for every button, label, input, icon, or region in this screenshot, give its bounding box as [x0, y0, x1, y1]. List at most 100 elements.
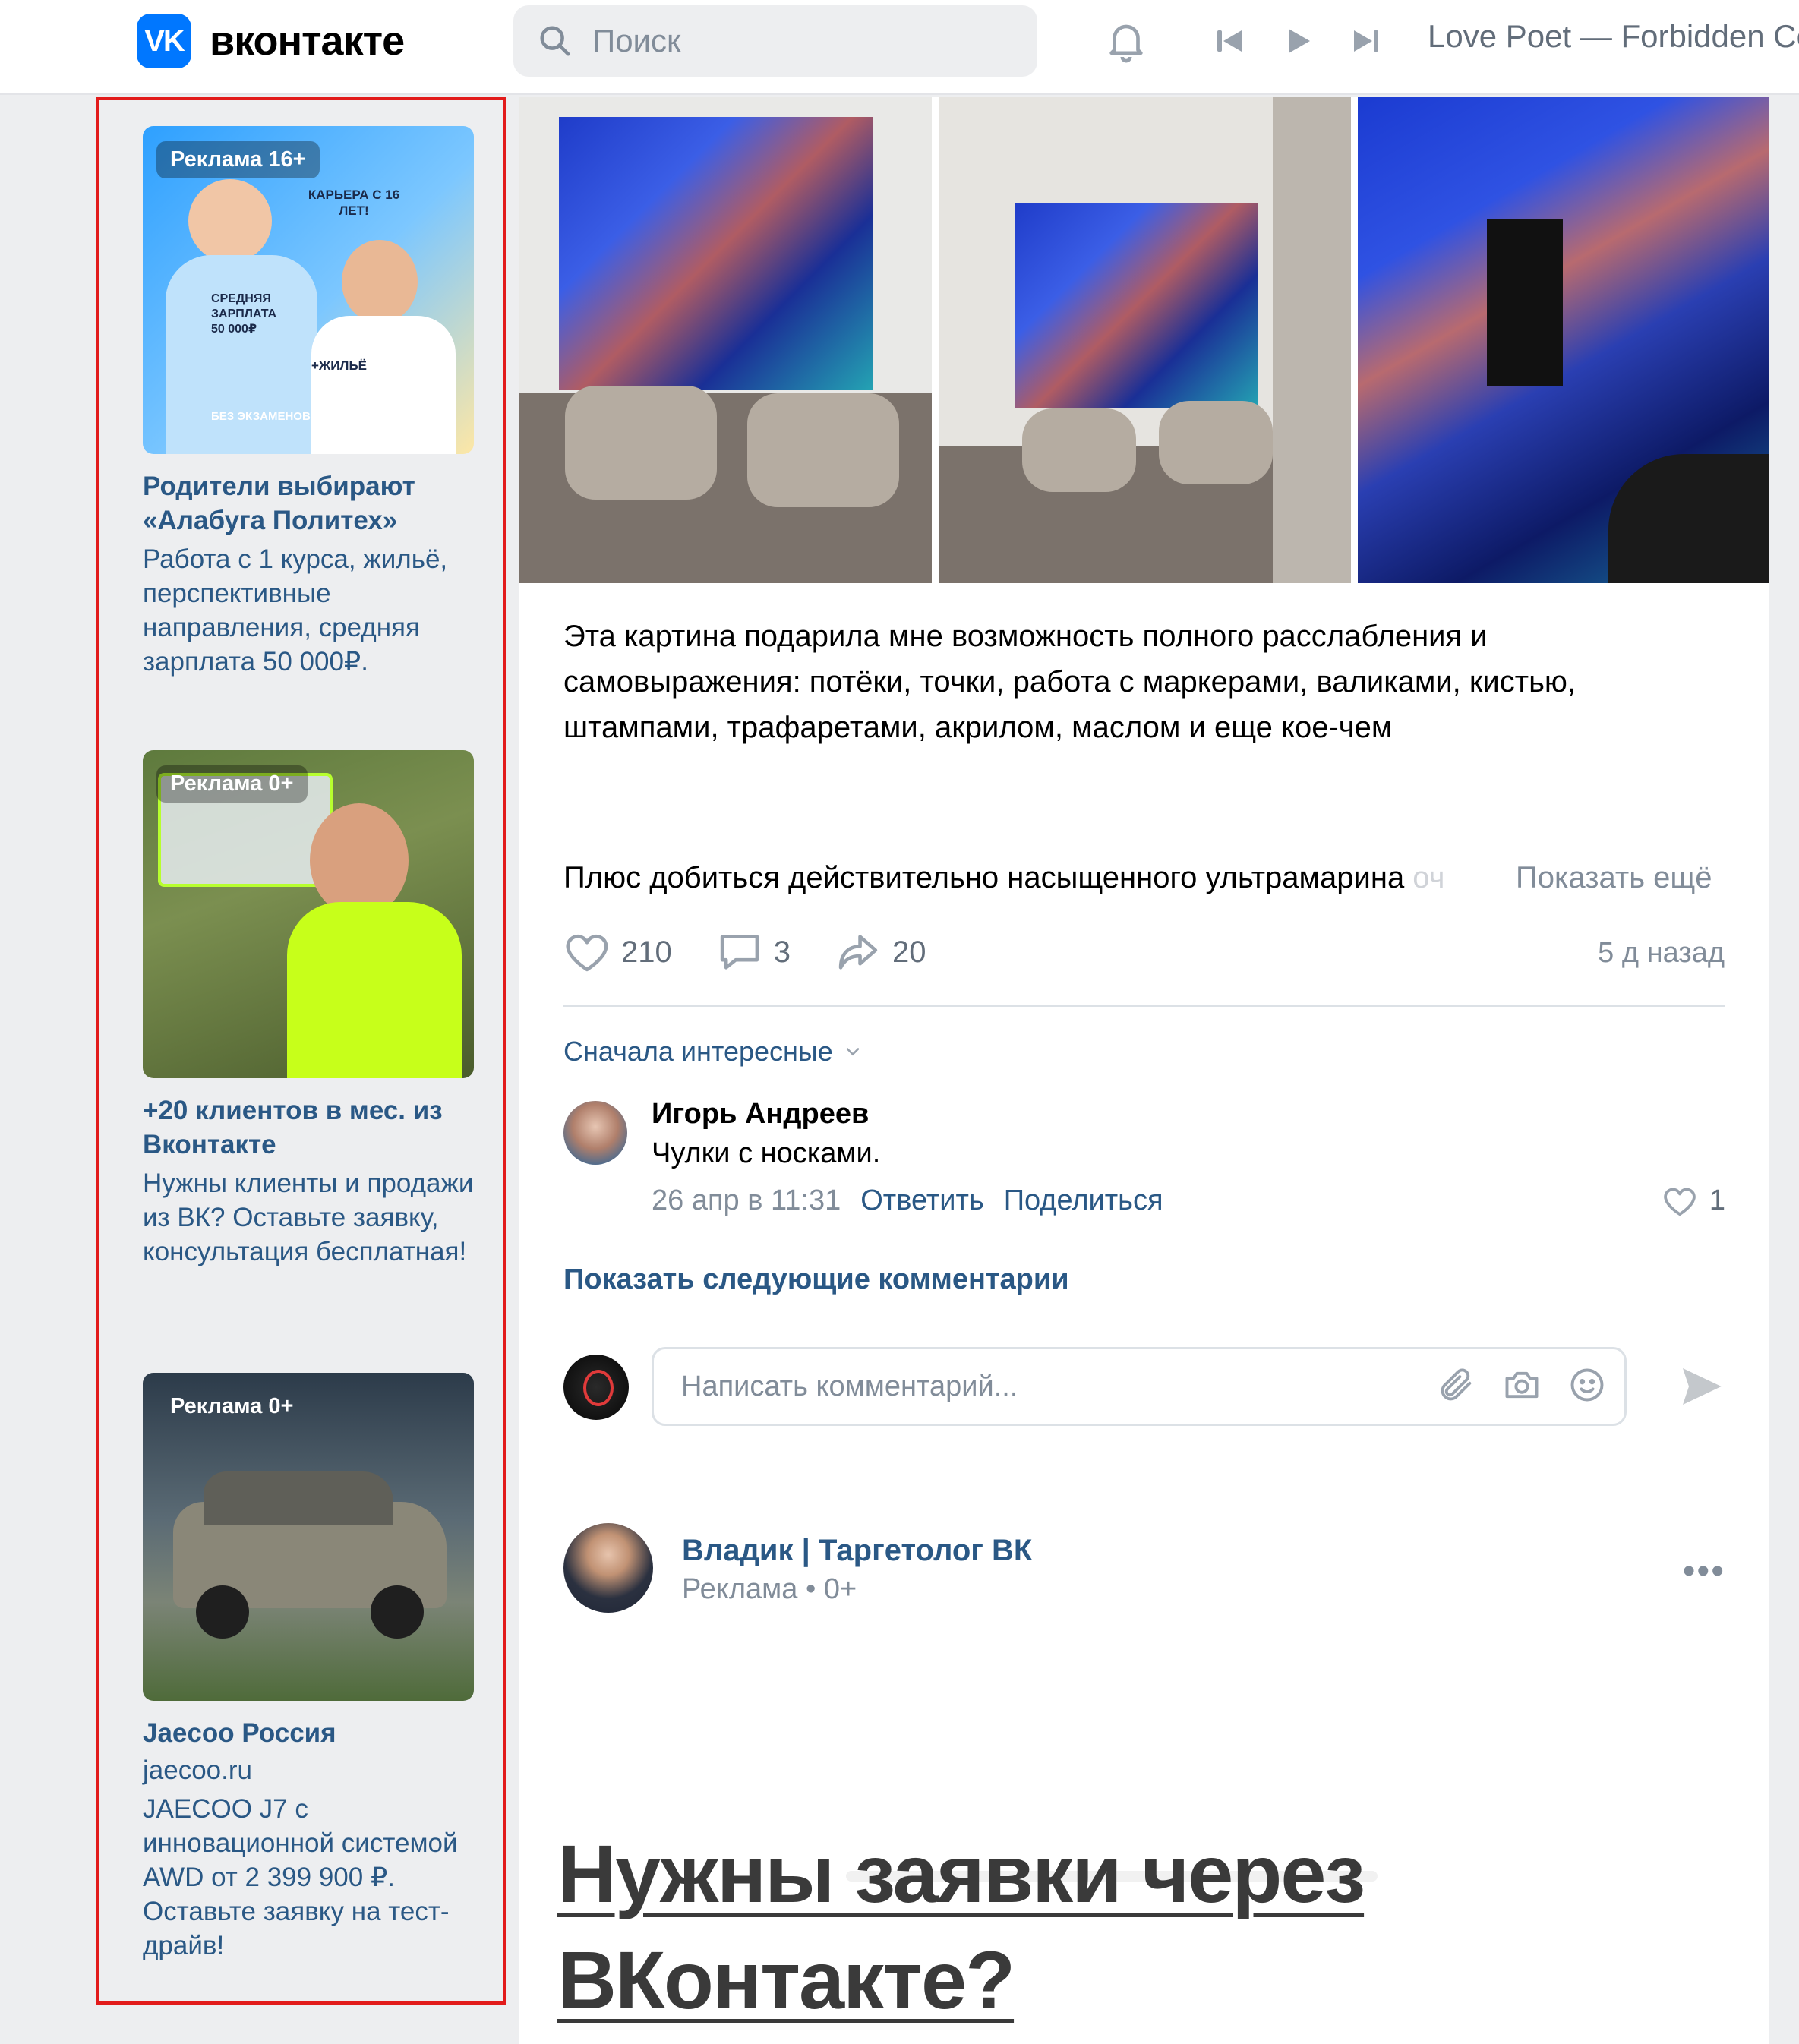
painting [559, 117, 873, 390]
share-icon [838, 935, 878, 970]
post-date[interactable]: 5 д назад [1598, 937, 1725, 970]
avatar[interactable] [563, 1355, 629, 1420]
heart-icon [1664, 1188, 1696, 1216]
comment-like-button[interactable]: 1 [1662, 1184, 1725, 1217]
vk-logo-text: вконтакте [210, 18, 405, 64]
pillow [747, 393, 899, 507]
share-button[interactable]: 20 [835, 931, 926, 973]
curtain [1273, 97, 1351, 583]
ad-domain[interactable]: jaecoo.ru [143, 1753, 477, 1787]
vk-logo-mark: VK [137, 14, 191, 68]
ad-title[interactable]: Родители выбирают «Алабуга Политех» [143, 469, 477, 538]
post-text: Эта картина подарила мне возможность пол… [563, 620, 1576, 744]
painting-dark-shape [1487, 219, 1563, 386]
chevron-down-icon [846, 1048, 860, 1056]
current-track-title[interactable]: Love Poet — Forbidden Co [1428, 18, 1799, 55]
post-divider [563, 1005, 1725, 1007]
comment-icon [720, 935, 759, 970]
car-roof [204, 1471, 393, 1525]
ad-description[interactable]: Нужны клиенты и продажи из ВК? Оставьте … [143, 1166, 477, 1269]
ad-description[interactable]: JAECOO J7 с инновационной системой AWD о… [143, 1792, 477, 1963]
post-actions: 210 3 20 [563, 931, 971, 973]
send-icon[interactable] [1677, 1362, 1725, 1411]
ad-person-woman-body [166, 255, 317, 454]
ad-image-car[interactable]: Реклама 0+ [143, 1373, 474, 1701]
sort-label: Сначала интересные [563, 1036, 833, 1067]
avatar[interactable] [563, 1523, 653, 1613]
notifications-bell-icon[interactable] [1103, 17, 1150, 64]
comment-sort-dropdown[interactable]: Сначала интересные [563, 1036, 863, 1068]
pillow [1022, 408, 1136, 492]
ad-image-alabuga[interactable]: Реклама 16+ КАРЬЕРА С 16 ЛЕТ! СРЕДНЯЯ ЗА… [143, 126, 474, 454]
next-post-author[interactable]: Владик | Таргетолог ВК [682, 1534, 1032, 1568]
emoji-icon[interactable] [1567, 1365, 1607, 1405]
post-text-fade: оч [1404, 861, 1445, 894]
comment-item: Игорь Андреев Чулки с носками. 26 апр в … [563, 1098, 1725, 1227]
comment-button[interactable]: 3 [716, 931, 791, 973]
ad-image-housing: +ЖИЛЬЁ [311, 358, 368, 373]
painting [1015, 203, 1258, 408]
more-options-icon[interactable]: ••• [1683, 1550, 1725, 1592]
ad-person-face [310, 803, 409, 917]
ad-badge: Реклама 16+ [156, 141, 320, 178]
comment-author[interactable]: Игорь Андреев [652, 1098, 869, 1131]
painting-dark-shape [1608, 454, 1769, 583]
comment-meta: 26 апр в 11:31 Ответить Поделиться [652, 1184, 1163, 1217]
ad-image-clients[interactable]: Реклама 0+ [143, 750, 474, 1078]
share-count: 20 [892, 935, 926, 969]
ad-description[interactable]: Работа с 1 курса, жильё, перспективные н… [143, 542, 477, 679]
play-icon[interactable] [1280, 23, 1316, 59]
post-text-second-line: Плюс добиться действительно насыщенного … [563, 861, 1445, 895]
heart-icon [566, 934, 608, 972]
avatar[interactable] [563, 1101, 627, 1165]
post-photo-2[interactable] [939, 97, 1351, 583]
ad-badge: Реклама 0+ [170, 1394, 294, 1418]
ad-person-shirt [287, 902, 462, 1078]
like-button[interactable]: 210 [563, 931, 672, 973]
car-wheel [371, 1585, 424, 1639]
ads-column: Реклама 16+ КАРЬЕРА С 16 ЛЕТ! СРЕДНЯЯ ЗА… [96, 97, 506, 2005]
comment-text: Чулки с носками. [652, 1137, 881, 1169]
ad-title[interactable]: +20 клиентов в мес. из Вконтакте [143, 1093, 477, 1162]
comment-like-count: 1 [1709, 1184, 1725, 1216]
show-next-comments-link[interactable]: Показать следующие комментарии [563, 1263, 1069, 1296]
search-icon [540, 26, 570, 56]
post-text-continued: Плюс добиться действительно насыщенного … [563, 861, 1405, 894]
audio-player-controls [1211, 23, 1384, 59]
ad-title[interactable]: Jaecoo Россия [143, 1716, 477, 1750]
share-comment-link[interactable]: Поделиться [1004, 1184, 1163, 1217]
previous-track-icon[interactable] [1211, 23, 1248, 59]
comment-count: 3 [773, 935, 791, 969]
pillow [565, 386, 717, 500]
ad-badge: Реклама 0+ [156, 765, 308, 803]
ad-image-headline: КАРЬЕРА С 16 ЛЕТ! [308, 188, 400, 218]
ad-card-alabuga[interactable]: Реклама 16+ КАРЬЕРА С 16 ЛЕТ! СРЕДНЯЯ ЗА… [143, 126, 477, 679]
show-more-link[interactable]: Показать ещё [1516, 861, 1712, 895]
ad-card-clients[interactable]: Реклама 0+ +20 клиентов в мес. из Вконта… [143, 750, 477, 1269]
pillow [1159, 401, 1273, 484]
next-post-subtitle: Реклама • 0+ [682, 1573, 857, 1605]
ad-image-salary: СРЕДНЯЯ ЗАРПЛАТА 50 000₽ [211, 292, 277, 336]
ad-image-no-exams: БЕЗ ЭКЗАМЕНОВ! [211, 410, 314, 423]
post-photo-gallery [519, 97, 1769, 583]
ad-card-jaecoo[interactable]: Реклама 0+ Jaecoo Россия jaecoo.ru JAECO… [143, 1373, 477, 1963]
top-header: VK вконтакте Love Poet — Forbidden Co [0, 0, 1799, 95]
vk-logo[interactable]: VK вконтакте [137, 14, 405, 68]
search-input[interactable] [592, 23, 1018, 59]
reply-link[interactable]: Ответить [860, 1184, 983, 1217]
paperclip-icon[interactable] [1437, 1365, 1476, 1405]
car-wheel [196, 1585, 249, 1639]
camera-icon[interactable] [1502, 1365, 1542, 1405]
ad-person-man-body [311, 316, 456, 454]
comment-time[interactable]: 26 апр в 11:31 [652, 1184, 841, 1217]
search-box[interactable] [513, 5, 1037, 77]
like-count: 210 [621, 935, 672, 969]
comment-composer [563, 1347, 1725, 1427]
post-photo-3[interactable] [1358, 97, 1769, 583]
ad-person-man [342, 240, 418, 323]
next-post-heading: Нужны заявки через ВКонтакте? [557, 1828, 1365, 2026]
next-track-icon[interactable] [1348, 23, 1384, 59]
feed-post: Эта картина подарила мне возможность пол… [519, 97, 1769, 2044]
next-post-header: Владик | Таргетолог ВК Реклама • 0+ ••• [563, 1523, 1725, 1614]
post-photo-1[interactable] [519, 97, 932, 583]
